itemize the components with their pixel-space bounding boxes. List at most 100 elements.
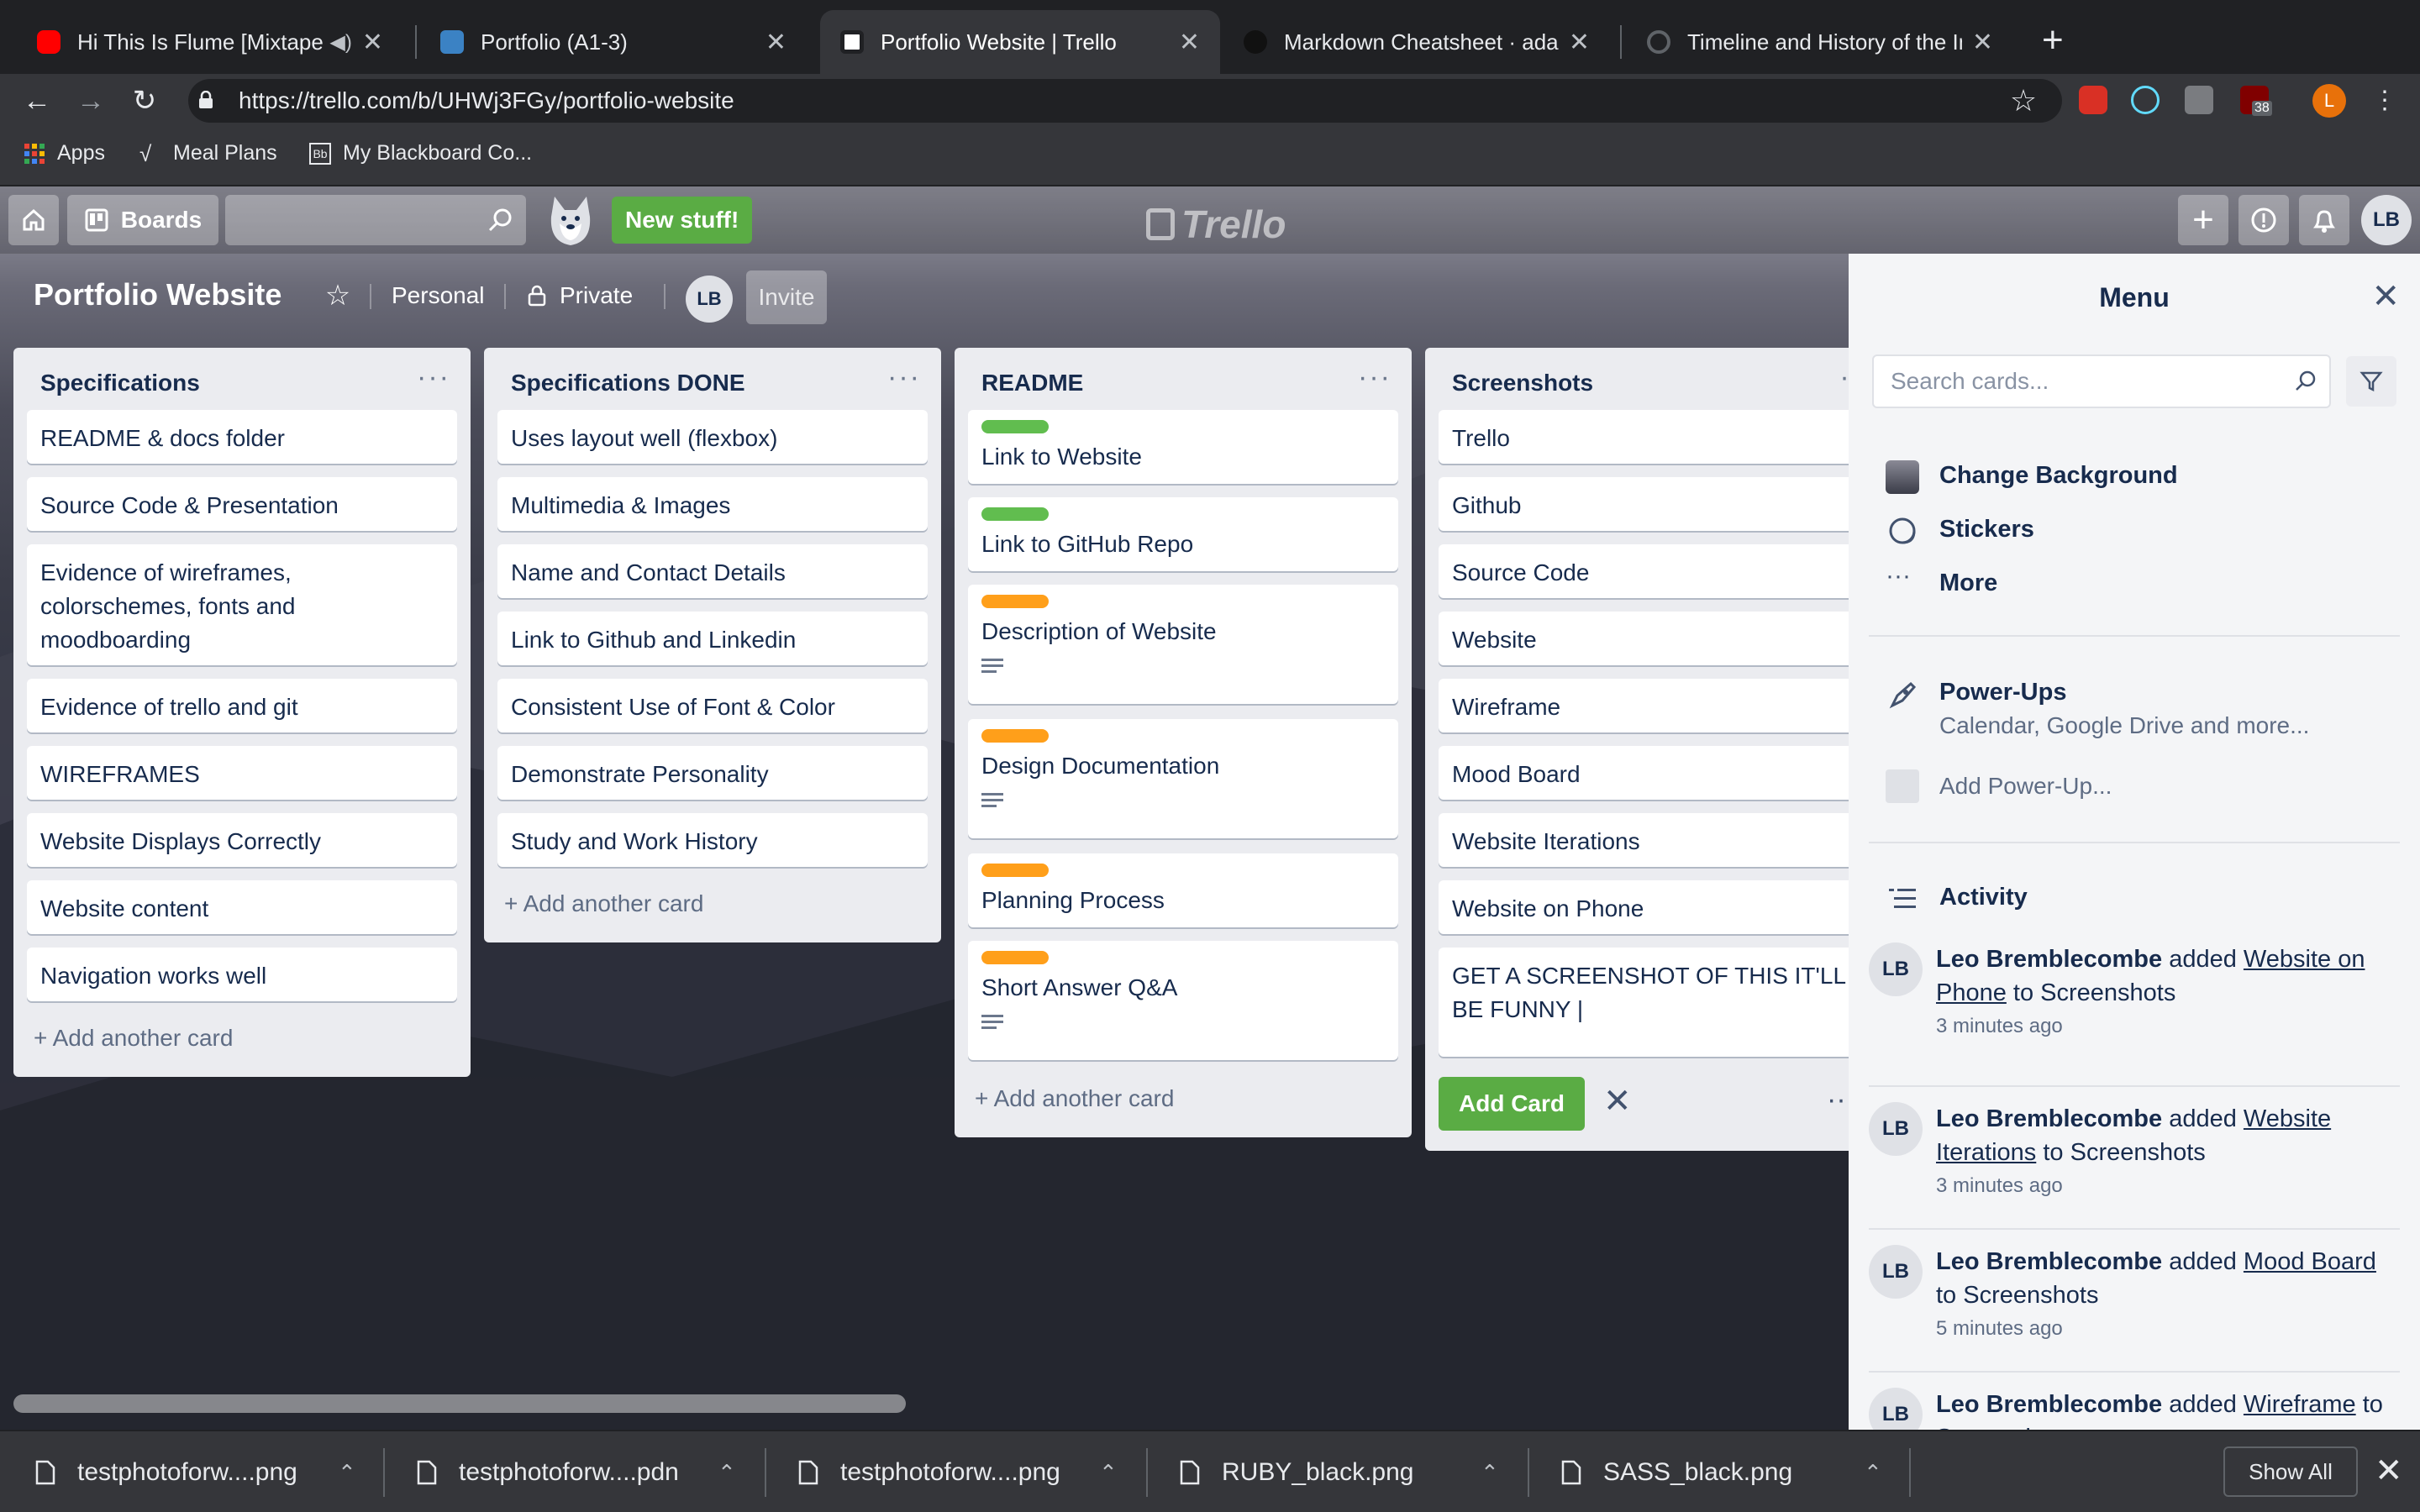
activity-avatar[interactable]: LB [1869, 942, 1923, 996]
new-stuff-button[interactable]: New stuff! [612, 197, 753, 244]
react-devtools-icon[interactable] [2131, 86, 2160, 114]
activity-avatar[interactable]: LB [1869, 1245, 1923, 1299]
add-power-up-button[interactable]: Add Power-Up... [1939, 773, 2112, 800]
card[interactable]: Website [1439, 612, 1869, 665]
home-button[interactable] [8, 195, 59, 245]
card[interactable]: WIREFRAMES [27, 746, 457, 800]
list-title[interactable]: Screenshots [1452, 370, 1593, 396]
card[interactable]: Short Answer Q&A [968, 941, 1398, 1060]
card[interactable]: Trello [1439, 410, 1869, 464]
close-menu-icon[interactable]: ✕ [2371, 277, 2400, 316]
chevron-up-icon[interactable]: ⌃ [718, 1460, 736, 1486]
activity-time[interactable]: 5 minutes ago [1936, 1317, 2063, 1341]
card[interactable]: Source Code & Presentation [27, 477, 457, 531]
trello-logo[interactable]: Trello [1146, 202, 1286, 247]
download-item[interactable]: testphotoforw....pdn ⌃ [417, 1431, 753, 1512]
activity-card-link[interactable]: Wireframe [2244, 1391, 2356, 1418]
card[interactable]: Evidence of wireframes, colorschemes, fo… [27, 544, 457, 665]
create-button[interactable]: + [2178, 195, 2228, 245]
tab-timeline[interactable]: Timeline and History of the Inte ✕ [1627, 10, 2013, 74]
tab-youtube[interactable]: Hi This Is Flume [Mixtape V ◀) ✕ [17, 10, 403, 74]
invite-button[interactable]: Invite [746, 270, 827, 324]
ublock-icon[interactable]: 38 [2240, 86, 2272, 116]
visibility-button[interactable]: Private [528, 270, 633, 321]
chevron-up-icon[interactable]: ⌃ [1864, 1460, 1882, 1486]
list-menu-icon[interactable]: ··· [887, 361, 921, 394]
card[interactable]: Github [1439, 477, 1869, 531]
tab-trello[interactable]: Portfolio Website | Trello ✕ [820, 10, 1220, 74]
download-item[interactable]: testphotoforw....png ⌃ [798, 1431, 1134, 1512]
close-tab-icon[interactable]: ✕ [1569, 28, 1590, 57]
card-composer-more-icon[interactable]: ·· [1827, 1084, 1846, 1116]
chevron-up-icon[interactable]: ⌃ [1099, 1460, 1118, 1486]
list-title[interactable]: Specifications DONE [511, 370, 745, 396]
card[interactable]: Website content [27, 880, 457, 934]
chrome-menu-icon[interactable]: ⋮ [2366, 82, 2403, 119]
add-card-button[interactable]: + Add another card [975, 1085, 1174, 1112]
close-tab-icon[interactable]: ✕ [362, 28, 383, 57]
mascot-icon[interactable] [541, 192, 600, 250]
bookmark-meal-plans[interactable]: √ Meal Plans [139, 141, 277, 165]
card[interactable]: Multimedia & Images [497, 477, 928, 531]
trello-search-input[interactable] [225, 195, 526, 245]
card[interactable]: Wireframe [1439, 679, 1869, 732]
list-menu-icon[interactable]: ··· [1358, 361, 1392, 394]
board-title[interactable]: Portfolio Website [34, 277, 281, 312]
card[interactable]: Study and Work History [497, 813, 928, 867]
card[interactable]: Website on Phone [1439, 880, 1869, 934]
board-horizontal-scrollbar[interactable] [13, 1394, 906, 1413]
add-card-button[interactable]: + Add another card [34, 1025, 233, 1052]
filter-button[interactable] [2346, 356, 2396, 407]
list-menu-icon[interactable]: ··· [417, 361, 450, 394]
bookmark-apps[interactable]: Apps [24, 141, 105, 165]
team-button[interactable]: Personal [392, 270, 485, 321]
show-all-downloads-button[interactable]: Show All [2223, 1446, 2358, 1497]
info-button[interactable] [2238, 195, 2289, 245]
card[interactable]: Design Documentation [968, 719, 1398, 838]
chevron-up-icon[interactable]: ⌃ [338, 1460, 356, 1486]
bookmark-star-icon[interactable]: ☆ [2005, 82, 2042, 119]
forward-button[interactable]: → [72, 82, 109, 119]
activity-time[interactable]: 3 minutes ago [1936, 1174, 2063, 1198]
menu-more[interactable]: More [1939, 570, 1997, 597]
close-download-shelf-icon[interactable]: ✕ [2375, 1452, 2403, 1490]
close-tab-icon[interactable]: ✕ [1972, 28, 1993, 57]
board-member-avatar[interactable]: LB [686, 276, 733, 323]
download-item[interactable]: RUBY_black.png ⌃ [1180, 1431, 1516, 1512]
activity-avatar[interactable]: LB [1869, 1102, 1923, 1156]
card[interactable]: Uses layout well (flexbox) [497, 410, 928, 464]
activity-avatar[interactable]: LB [1869, 1388, 1923, 1430]
download-item[interactable]: testphotoforw....png ⌃ [35, 1431, 371, 1512]
menu-power-ups[interactable]: Power-Ups [1939, 679, 2066, 706]
close-tab-icon[interactable]: ✕ [765, 28, 786, 57]
close-tab-icon[interactable]: ✕ [1179, 28, 1200, 57]
lock-icon[interactable] [198, 91, 213, 109]
card[interactable]: Description of Website [968, 585, 1398, 704]
card[interactable]: Link to Website [968, 410, 1398, 484]
boards-button[interactable]: Boards [67, 195, 218, 245]
card[interactable]: Link to Github and Linkedin [497, 612, 928, 665]
list-title[interactable]: README [981, 370, 1083, 396]
extension-f-icon[interactable] [2185, 86, 2213, 114]
back-button[interactable]: ← [18, 82, 55, 119]
card[interactable]: Name and Contact Details [497, 544, 928, 598]
menu-change-background[interactable]: Change Background [1939, 462, 2178, 490]
card[interactable]: Demonstrate Personality [497, 746, 928, 800]
extension-shield-icon[interactable] [2079, 86, 2107, 114]
download-item[interactable]: SASS_black.png ⌃ [1561, 1431, 1897, 1512]
card[interactable]: Mood Board [1439, 746, 1869, 800]
new-tab-button[interactable]: + [2042, 18, 2064, 62]
speaker-icon[interactable]: ◀) [329, 30, 351, 55]
bookmark-blackboard[interactable]: Bb My Blackboard Co... [309, 141, 532, 165]
card[interactable]: README & docs folder [27, 410, 457, 464]
card[interactable]: Source Code [1439, 544, 1869, 598]
add-card-submit-button[interactable]: Add Card [1439, 1077, 1585, 1131]
tab-portfolio[interactable]: Portfolio (A1-3) ✕ [420, 10, 807, 74]
cancel-add-card-icon[interactable]: ✕ [1603, 1082, 1632, 1121]
card[interactable]: Website Displays Correctly [27, 813, 457, 867]
card[interactable]: Consistent Use of Font & Color [497, 679, 928, 732]
notifications-button[interactable] [2299, 195, 2349, 245]
reload-button[interactable]: ↻ [126, 82, 163, 119]
card[interactable]: Navigation works well [27, 948, 457, 1001]
activity-time[interactable]: 3 minutes ago [1936, 1015, 2063, 1038]
